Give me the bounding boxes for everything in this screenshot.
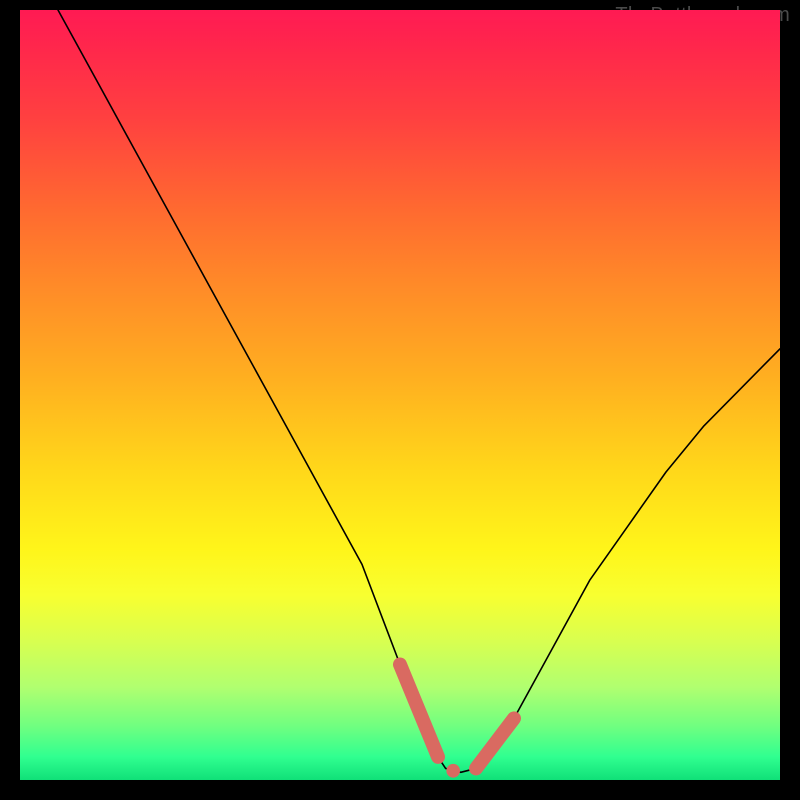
dip-marker-center [446,764,460,778]
bottleneck-curve [58,10,780,772]
plot-area [20,10,780,780]
dip-marker-right [476,718,514,768]
dip-marker-left [400,665,438,757]
chart-stage: TheBottleneck.com [0,0,800,800]
curve-layer [20,10,780,780]
